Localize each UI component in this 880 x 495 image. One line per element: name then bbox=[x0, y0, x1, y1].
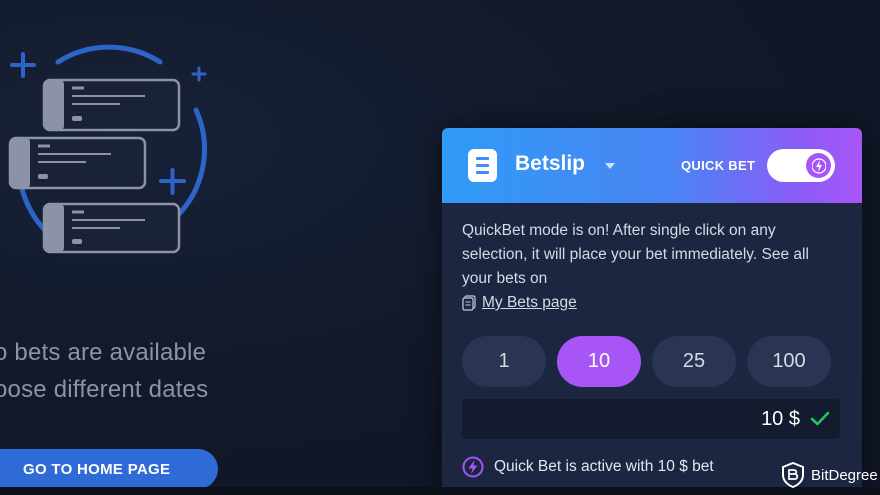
chevron-down-icon[interactable] bbox=[605, 163, 615, 169]
plus-icon bbox=[159, 168, 186, 195]
bitdegree-logo-icon bbox=[782, 462, 804, 488]
empty-state-message: o bets are available oose different date… bbox=[0, 334, 208, 408]
empty-state-line-1: o bets are available bbox=[0, 339, 207, 366]
empty-state-line-2: oose different dates bbox=[0, 376, 209, 403]
quick-bet-label: QUICK BET bbox=[681, 158, 756, 173]
betslip-header: Betslip QUICK BET bbox=[442, 128, 862, 203]
ticket-card bbox=[42, 78, 181, 132]
stake-button-1[interactable]: 1 bbox=[462, 336, 546, 387]
stake-button-25[interactable]: 25 bbox=[652, 336, 736, 387]
betslip-icon bbox=[468, 149, 497, 182]
stake-button-100[interactable]: 100 bbox=[747, 336, 831, 387]
go-to-home-page-button[interactable]: GO TO HOME PAGE bbox=[0, 449, 218, 489]
check-icon bbox=[810, 411, 830, 426]
bitdegree-watermark: BitDegree bbox=[781, 462, 878, 488]
plus-icon bbox=[191, 66, 207, 82]
stake-amount-value: 10 $ bbox=[761, 407, 800, 430]
watermark-text: BitDegree bbox=[811, 466, 878, 484]
lightning-icon bbox=[806, 153, 831, 178]
stake-amount-input[interactable]: 10 $ bbox=[462, 399, 840, 439]
quick-bet-status: Quick Bet is active with 10 $ bet bbox=[462, 456, 714, 478]
bottom-bar bbox=[0, 487, 880, 495]
quick-bet-info-text: QuickBet mode is on! After single click … bbox=[462, 222, 809, 287]
document-icon bbox=[462, 295, 476, 311]
quick-bet-toggle[interactable] bbox=[767, 149, 835, 182]
betslip-panel: Betslip QUICK BET QuickBet mode is on! A… bbox=[442, 128, 862, 495]
betslip-title[interactable]: Betslip bbox=[515, 152, 585, 176]
stake-button-10[interactable]: 10 bbox=[557, 336, 641, 387]
plus-icon bbox=[10, 52, 36, 78]
stake-options: 1 10 25 100 bbox=[462, 336, 831, 387]
ticket-card bbox=[42, 202, 181, 254]
empty-bets-illustration bbox=[8, 44, 207, 254]
lightning-icon bbox=[462, 456, 484, 478]
quick-bet-info: QuickBet mode is on! After single click … bbox=[462, 219, 842, 315]
ticket-card bbox=[8, 136, 147, 190]
my-bets-link[interactable]: My Bets page bbox=[482, 291, 577, 315]
quick-bet-status-text: Quick Bet is active with 10 $ bet bbox=[494, 458, 714, 475]
